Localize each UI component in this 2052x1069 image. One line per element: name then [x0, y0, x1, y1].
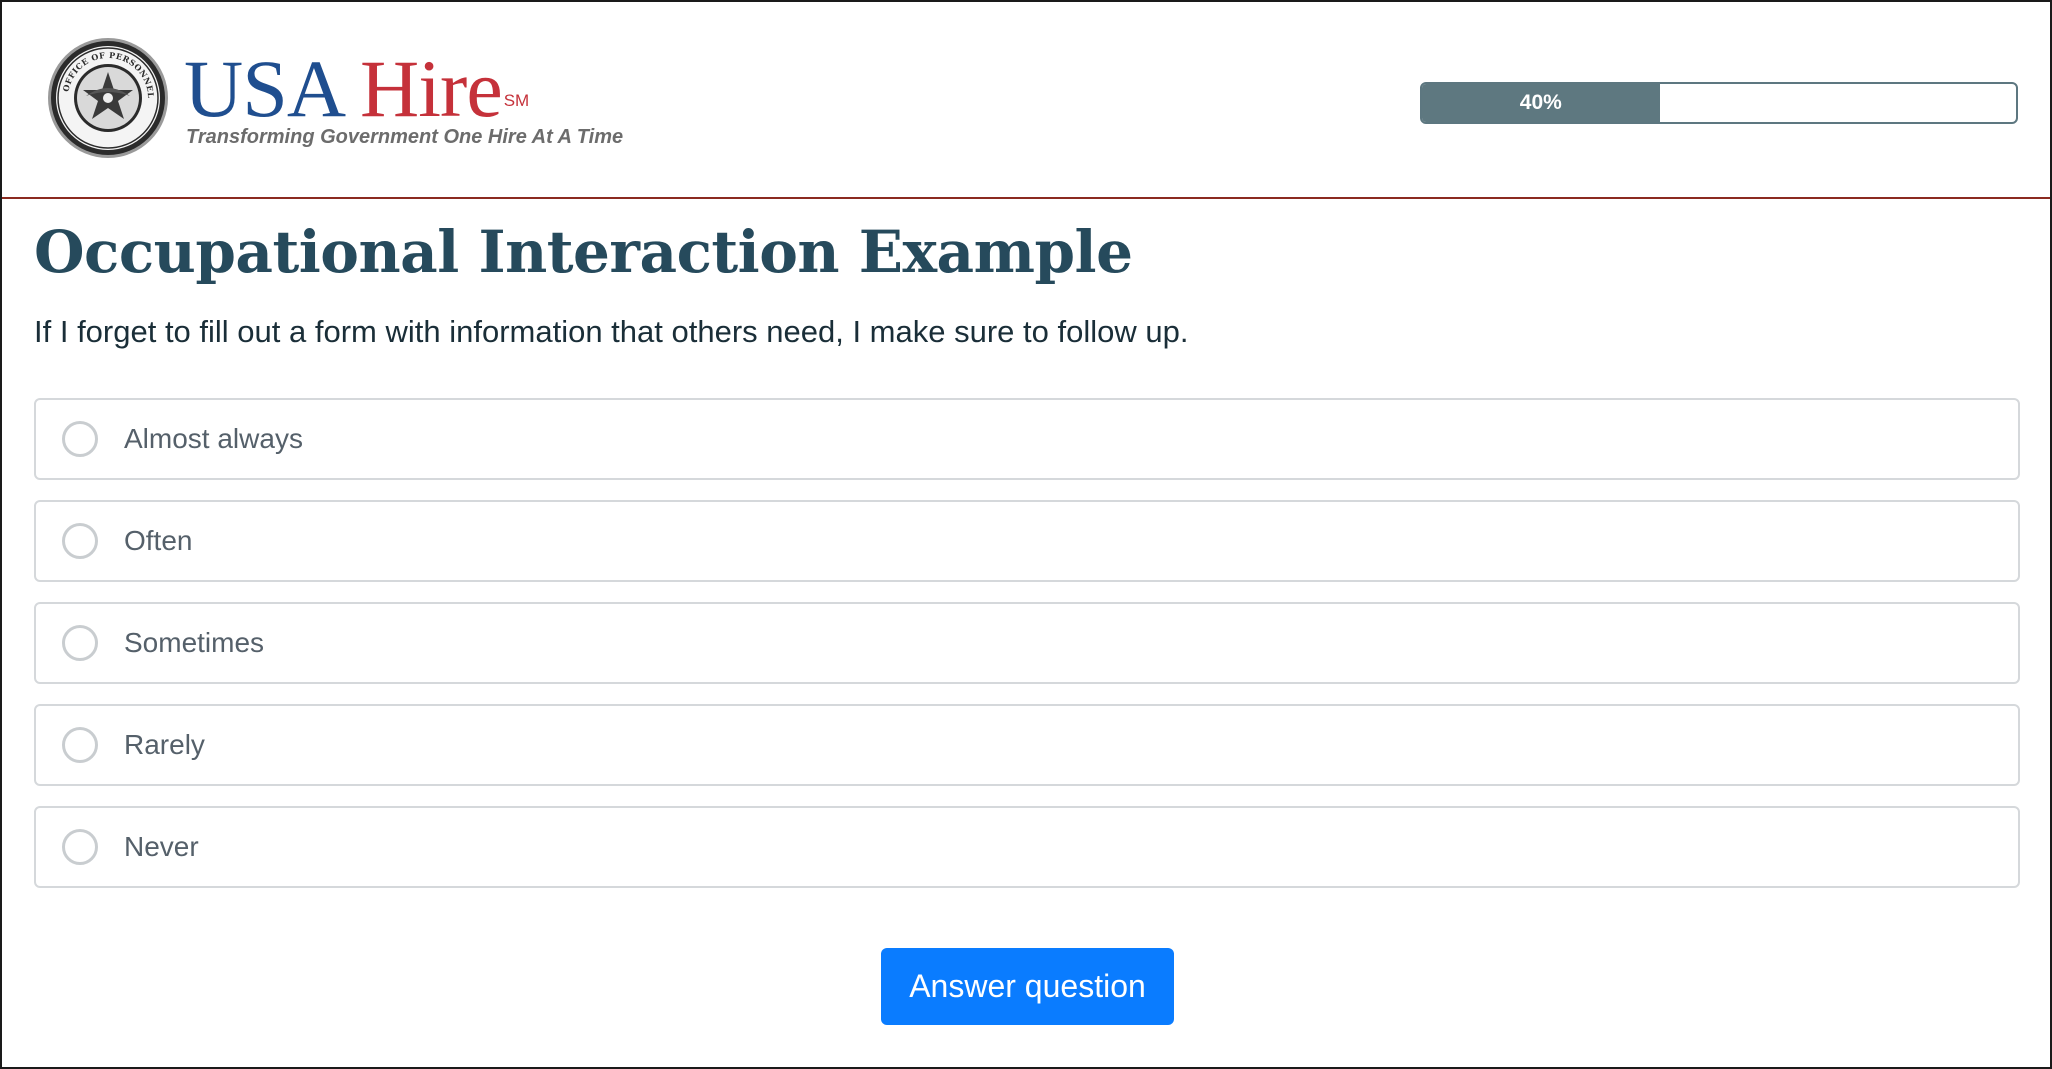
page-title: Occupational Interaction Example — [34, 218, 1133, 286]
brand-usa: USA — [184, 43, 342, 134]
progress-bar: 40% — [1420, 82, 2018, 124]
answer-question-button[interactable]: Answer question — [881, 948, 1174, 1025]
option-almost-always[interactable]: Almost always — [34, 398, 2020, 480]
brand-hire: Hire — [360, 43, 503, 134]
radio-button[interactable] — [62, 421, 98, 457]
option-never[interactable]: Never — [34, 806, 2020, 888]
option-label: Almost always — [124, 423, 303, 454]
option-label: Sometimes — [124, 627, 265, 658]
option-often[interactable]: Often — [34, 500, 2020, 582]
radio-button[interactable] — [62, 523, 98, 559]
brand-service-mark: SM — [503, 91, 530, 110]
radio-button[interactable] — [62, 829, 98, 865]
option-label: Never — [124, 831, 199, 862]
site-header: UNITED STATES OFFICE OF PERSONNEL MANAGE… — [2, 2, 2050, 199]
option-sometimes[interactable]: Sometimes — [34, 602, 2020, 684]
brand-logo: USA Hire SM — [184, 48, 530, 130]
answer-options: Almost always Often Sometimes Rarely Nev… — [34, 398, 2020, 908]
question-text: If I forget to fill out a form with info… — [34, 314, 1189, 349]
option-label: Rarely — [124, 729, 205, 760]
app-frame: UNITED STATES OFFICE OF PERSONNEL MANAGE… — [0, 0, 2052, 1069]
opm-seal-icon: UNITED STATES OFFICE OF PERSONNEL MANAGE… — [46, 36, 168, 158]
progress-label: 40% — [1519, 91, 1562, 114]
option-rarely[interactable]: Rarely — [34, 704, 2020, 786]
radio-button[interactable] — [62, 727, 98, 763]
radio-button[interactable] — [62, 625, 98, 661]
brand-tagline: Transforming Government One Hire At A Ti… — [186, 126, 624, 148]
option-label: Often — [124, 525, 193, 556]
